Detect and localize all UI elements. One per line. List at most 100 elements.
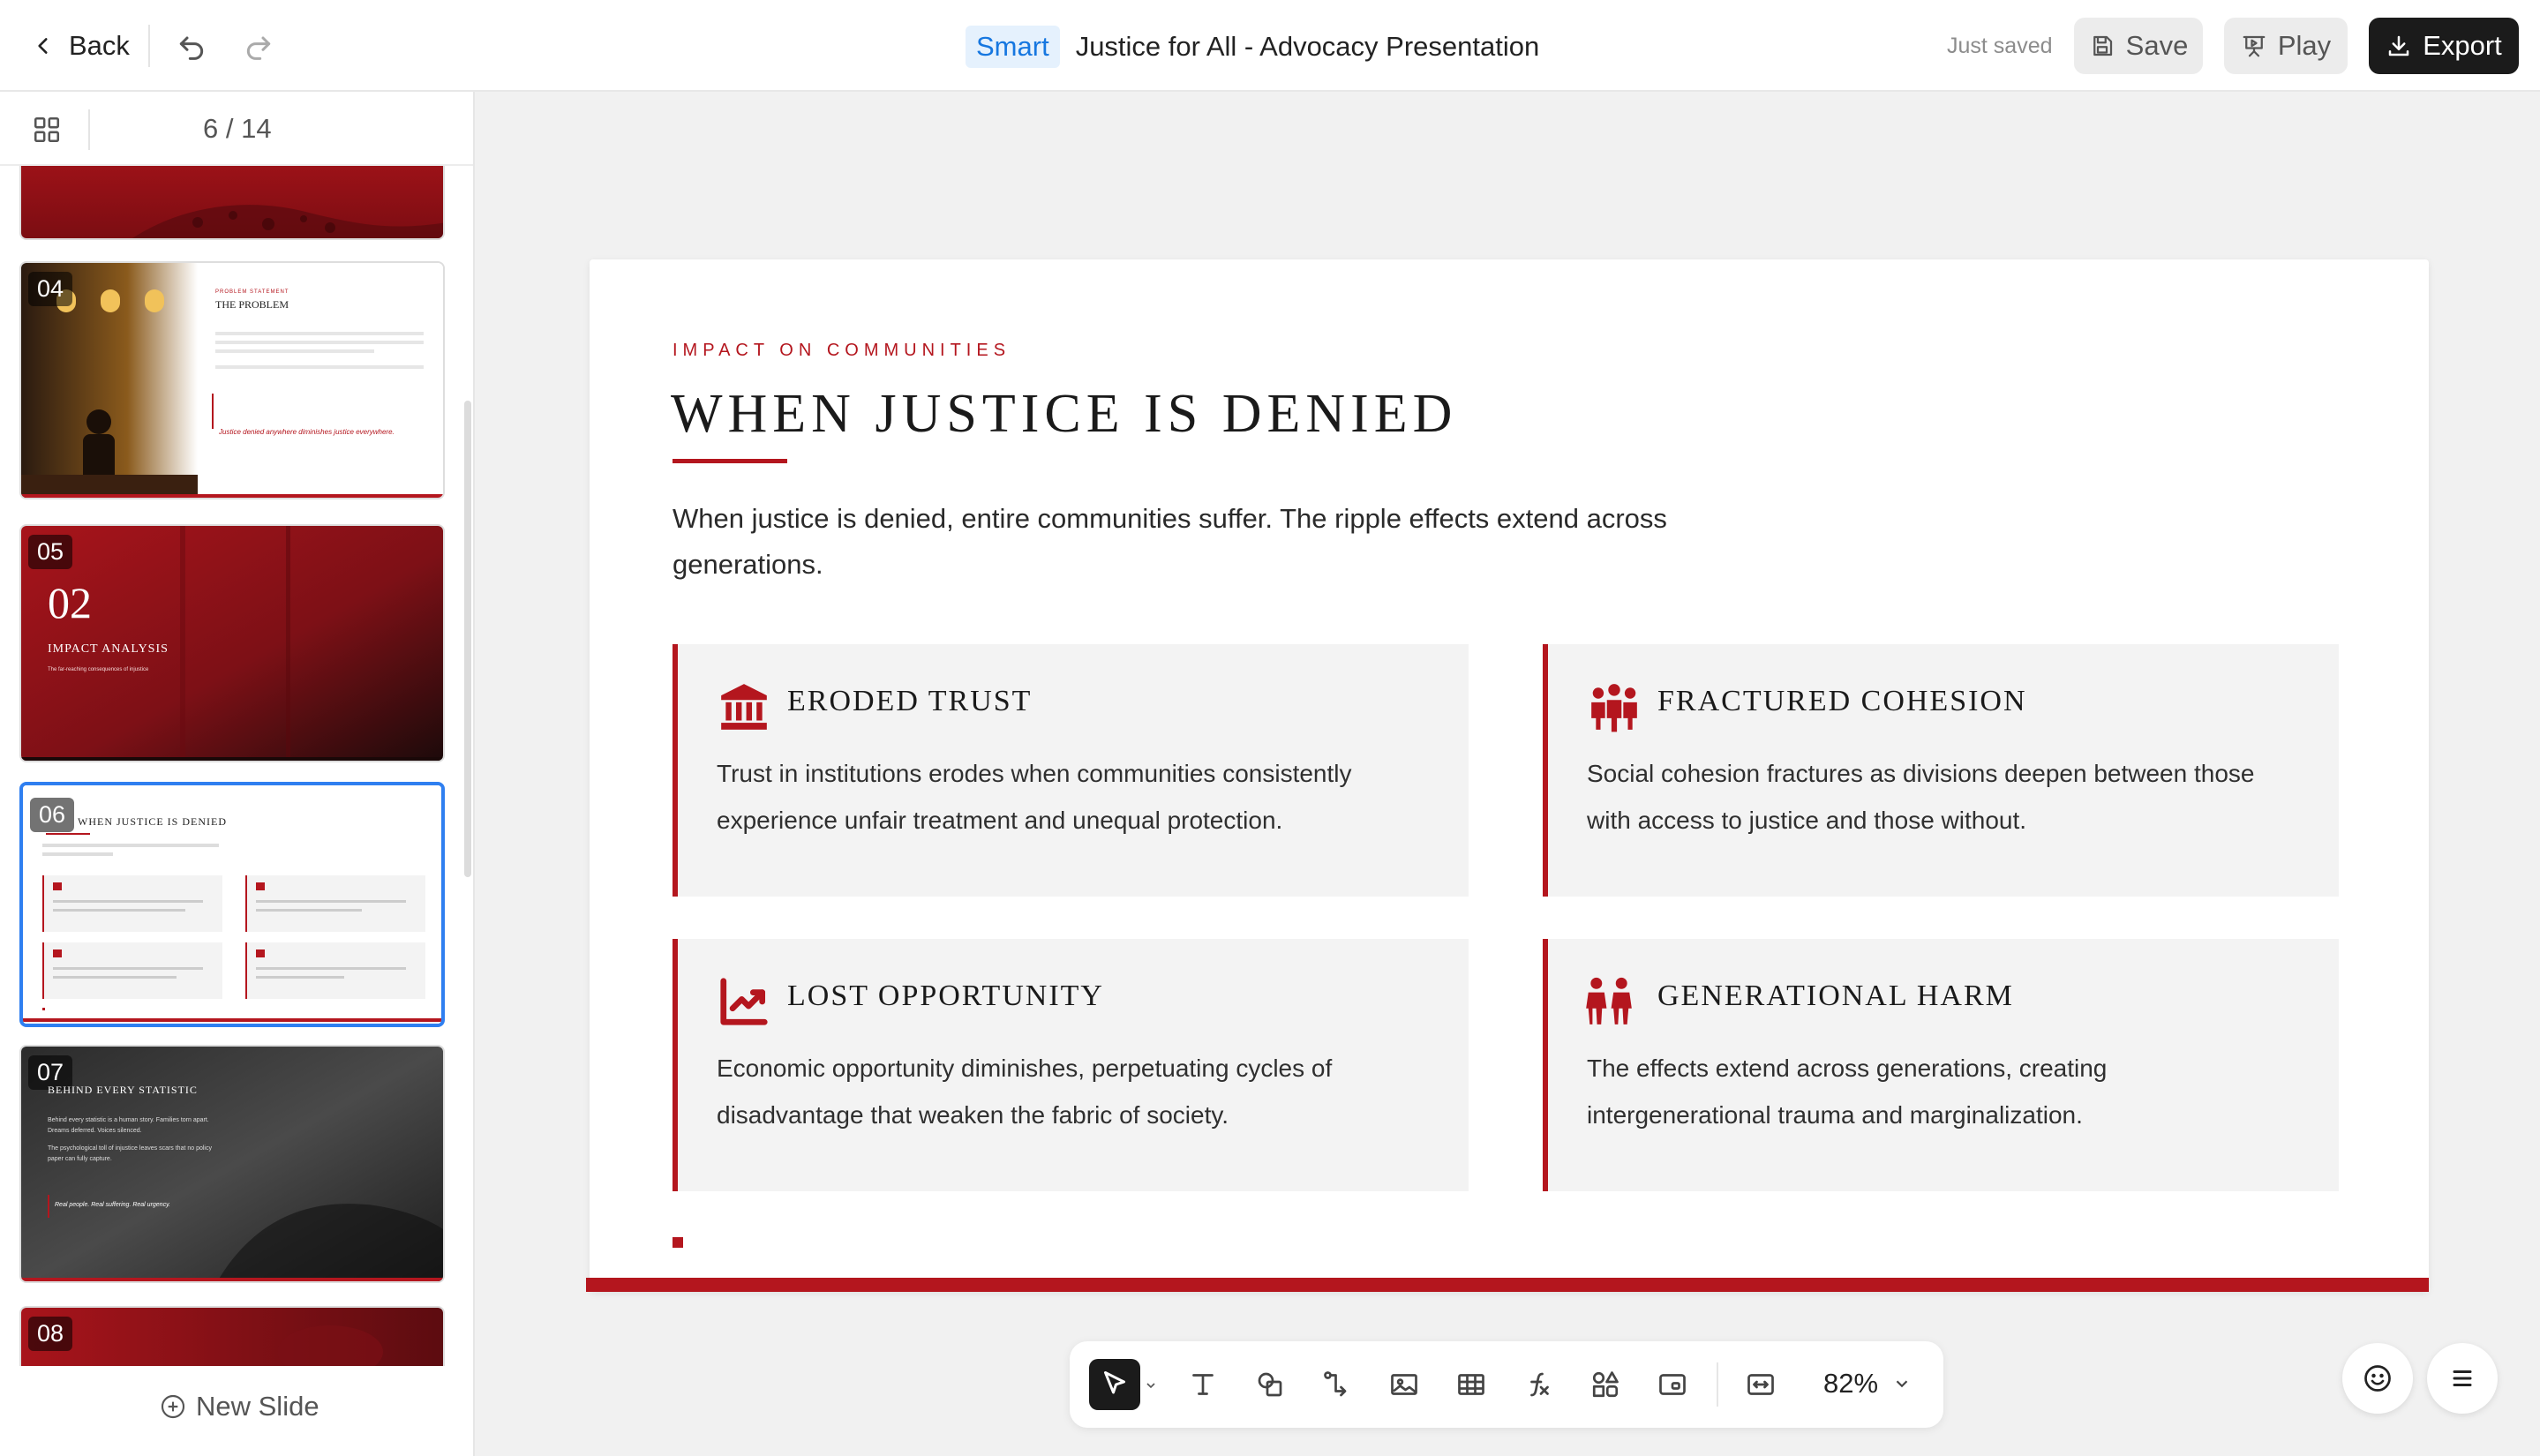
- thumbnail-image: [21, 1047, 443, 1281]
- institution-icon: [721, 684, 767, 730]
- text-tool-button[interactable]: [1177, 1359, 1229, 1410]
- new-slide-label: New Slide: [196, 1391, 319, 1422]
- document-title[interactable]: Justice for All - Advocacy Presentation: [1076, 31, 1540, 63]
- chart-line-icon: [720, 978, 768, 1025]
- slide-thumbnail-03[interactable]: [19, 166, 445, 240]
- connector-tool-button[interactable]: [1311, 1359, 1363, 1410]
- card-generational-harm[interactable]: GENERATIONAL HARM The effects extend acr…: [1543, 939, 2339, 1191]
- thumb-text-line: [215, 341, 424, 344]
- media-tool-button[interactable]: [1647, 1359, 1698, 1410]
- undo-button[interactable]: [171, 26, 212, 67]
- slide-thumbnail-07[interactable]: 07 BEHIND EVERY STATISTIC Behind every s…: [19, 1045, 445, 1283]
- slide-bottom-bar: [586, 1278, 2429, 1292]
- feedback-button[interactable]: [2342, 1343, 2413, 1414]
- image-icon: [1391, 1374, 1417, 1395]
- smiley-icon: [2364, 1365, 2391, 1392]
- thumb-text: Behind every statistic is a human story.…: [48, 1117, 209, 1134]
- play-label: Play: [2277, 30, 2332, 61]
- slide-number: 04: [28, 272, 73, 306]
- page-indicator: 6 / 14: [203, 113, 272, 144]
- thumb-subtitle: The far-reaching consequences of injusti…: [48, 667, 149, 672]
- slide-thumbnail-06[interactable]: 06 WHEN JUSTICE IS DENIED: [19, 782, 445, 1027]
- thumb-text-line: [215, 349, 374, 353]
- chevron-down-icon: [1896, 1380, 1908, 1388]
- save-icon: [2093, 35, 2112, 56]
- card-lost-opportunity[interactable]: LOST OPPORTUNITY Economic opportunity di…: [673, 939, 1469, 1191]
- slide-thumbnail-08[interactable]: 08: [19, 1306, 445, 1366]
- divider: [88, 109, 90, 150]
- menu-button[interactable]: [2427, 1343, 2498, 1414]
- children-icon: [1586, 977, 1632, 1024]
- redo-button[interactable]: [238, 26, 279, 67]
- thumb-quote: Justice denied anywhere diminishes justi…: [219, 428, 395, 436]
- grid-view-icon[interactable]: [32, 115, 62, 145]
- back-button[interactable]: Back: [32, 26, 130, 65]
- thumb-kicker: PROBLEM STATEMENT: [215, 289, 289, 295]
- shape-tool-button[interactable]: [1244, 1359, 1296, 1410]
- fit-tool-button[interactable]: [1735, 1359, 1786, 1410]
- slide-thumbnail-list[interactable]: 04 PROBLEM STATEMENT THE PROBLEM Justice…: [0, 166, 473, 1366]
- image-tool-button[interactable]: [1379, 1359, 1430, 1410]
- hamburger-menu-icon: [2453, 1370, 2472, 1386]
- slide-eyebrow[interactable]: IMPACT ON COMMUNITIES: [673, 341, 1011, 361]
- editing-toolbar: 82%: [1070, 1341, 1943, 1428]
- slides-panel-header: 6 / 14: [0, 92, 473, 166]
- connector-icon: [1324, 1371, 1347, 1397]
- people-group-icon: [1591, 684, 1637, 732]
- slide-thumbnail-04[interactable]: 04 PROBLEM STATEMENT THE PROBLEM Justice…: [19, 261, 445, 499]
- thumbnail-image: [21, 1308, 443, 1366]
- export-label: Export: [2423, 30, 2502, 61]
- play-button[interactable]: Play: [2224, 18, 2348, 74]
- slide-number: 05: [28, 535, 73, 569]
- chevron-left-icon: [38, 38, 48, 54]
- shapes-icon: [1258, 1372, 1282, 1397]
- back-label: Back: [69, 30, 130, 61]
- download-icon: [2388, 35, 2409, 56]
- new-slide-button[interactable]: New Slide: [159, 1391, 319, 1422]
- slides-panel: 6 / 14 04 PROBLEM STATEMENT THE PROBLEM …: [0, 92, 475, 1456]
- plus-circle-icon: [161, 1394, 185, 1419]
- table-tool-button[interactable]: [1446, 1359, 1497, 1410]
- slide-title[interactable]: WHEN JUSTICE IS DENIED: [671, 383, 1457, 446]
- save-label: Save: [2125, 30, 2189, 61]
- components-icon: [1592, 1371, 1619, 1398]
- card-fractured-cohesion[interactable]: FRACTURED COHESION Social cohesion fract…: [1543, 644, 2339, 897]
- smart-badge[interactable]: Smart: [966, 26, 1060, 68]
- zoom-control[interactable]: 82%: [1823, 1368, 1912, 1400]
- components-tool-button[interactable]: [1580, 1359, 1631, 1410]
- card-body: Social cohesion fractures as divisions d…: [1587, 760, 2255, 834]
- slide-number: 08: [28, 1317, 73, 1351]
- card-title: GENERATIONAL HARM: [1657, 979, 2014, 1012]
- thumb-big-number: 02: [48, 578, 92, 627]
- thumb-title: WHEN JUSTICE IS DENIED: [78, 815, 227, 828]
- chevron-down-icon[interactable]: [1144, 1378, 1158, 1392]
- divider: [1717, 1362, 1718, 1407]
- save-status: Just saved: [1947, 34, 2053, 58]
- cursor-icon: [1104, 1371, 1125, 1394]
- presentation-icon: [2243, 35, 2266, 57]
- card-title: LOST OPPORTUNITY: [787, 979, 1104, 1012]
- slide-number: 06: [30, 798, 75, 832]
- card-body: Trust in institutions erodes when commun…: [717, 760, 1352, 834]
- card-title: ERODED TRUST: [787, 685, 1033, 717]
- card-body: The effects extend across generations, c…: [1587, 1054, 2108, 1129]
- thumb-title: THE PROBLEM: [215, 298, 289, 311]
- card-body: Economic opportunity diminishes, perpetu…: [717, 1054, 1333, 1129]
- document-title-area: Smart Justice for All - Advocacy Present…: [966, 25, 1539, 69]
- zoom-level: 82%: [1823, 1368, 1879, 1399]
- card-eroded-trust[interactable]: ERODED TRUST Trust in institutions erode…: [673, 644, 1469, 897]
- slides-scrollbar[interactable]: [464, 401, 471, 877]
- text-icon: [1192, 1374, 1214, 1395]
- thumb-title: BEHIND EVERY STATISTIC: [48, 1084, 198, 1096]
- slide-canvas[interactable]: IMPACT ON COMMUNITIES WHEN JUSTICE IS DE…: [586, 259, 2429, 1292]
- slide-lead-text[interactable]: When justice is denied, entire communiti…: [673, 496, 1687, 588]
- select-tool-button[interactable]: [1089, 1359, 1140, 1410]
- function-icon: [1530, 1372, 1549, 1397]
- table-icon: [1458, 1374, 1484, 1395]
- formula-tool-button[interactable]: [1513, 1359, 1564, 1410]
- save-button[interactable]: Save: [2074, 18, 2203, 74]
- slide-thumbnail-05[interactable]: 05 02 IMPACT ANALYSIS The far-reaching c…: [19, 524, 445, 762]
- thumbnail-image: [21, 166, 443, 238]
- export-button[interactable]: Export: [2369, 18, 2519, 74]
- redo-icon: [246, 36, 271, 60]
